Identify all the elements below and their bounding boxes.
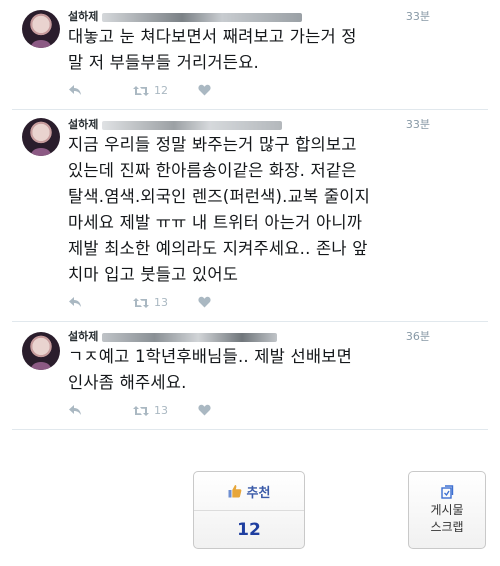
tweet-header: 설하제 33분 <box>68 8 478 24</box>
scrap-label-line1: 게시물 <box>430 502 464 517</box>
timestamp[interactable]: 33분 <box>406 116 430 132</box>
tweet-actions: 13 <box>68 296 328 314</box>
user-name[interactable]: 설하제 <box>68 330 98 343</box>
tweet-actions: 12 <box>68 84 328 102</box>
recommend-label: 추천 <box>246 485 271 501</box>
reply-icon <box>69 405 81 415</box>
timestamp[interactable]: 33분 <box>406 8 430 24</box>
heart-icon <box>198 404 211 416</box>
user-name[interactable]: 설하제 <box>68 10 98 23</box>
redacted-handle <box>102 12 303 22</box>
avatar[interactable] <box>22 332 60 370</box>
reply-button[interactable] <box>68 296 82 308</box>
redacted-handle <box>102 332 278 342</box>
tweet-actions: 13 <box>68 404 328 422</box>
thumbs-up-icon <box>228 485 241 498</box>
avatar[interactable] <box>22 118 60 156</box>
retweet-count: 13 <box>154 296 168 309</box>
retweet-count: 12 <box>154 84 168 97</box>
retweet-button[interactable]: 13 <box>132 296 168 309</box>
recommend-button[interactable]: 추천 12 <box>193 471 305 549</box>
tweet[interactable]: 설하제 33분 대놓고 눈 쳐다보면서 째려보고 가는거 정 말 저 부들부들 … <box>12 0 488 110</box>
like-button[interactable] <box>198 296 211 308</box>
tweet[interactable]: 설하제 36분 ㄱㅈ예고 1학년후배님들.. 제발 선배보면 인사좀 해주세요.… <box>12 322 488 430</box>
scrap-icon <box>441 484 454 499</box>
tweet-header: 설하제 33분 <box>68 116 478 132</box>
recommend-count: 12 <box>237 519 261 540</box>
user-name[interactable]: 설하제 <box>68 118 98 131</box>
heart-icon <box>198 84 211 96</box>
tweet-text: ㄱㅈ예고 1학년후배님들.. 제발 선배보면 인사좀 해주세요. <box>68 347 353 392</box>
timestamp[interactable]: 36분 <box>406 328 430 344</box>
reply-button[interactable] <box>68 404 82 416</box>
scrap-button[interactable]: 게시물 스크랩 <box>408 471 486 549</box>
retweet-button[interactable]: 13 <box>132 404 168 417</box>
avatar[interactable] <box>22 10 60 48</box>
retweet-button[interactable]: 12 <box>132 84 168 97</box>
recommend-label-row: 추천 <box>194 472 304 511</box>
scrap-label-line2: 스크랩 <box>430 519 464 534</box>
like-button[interactable] <box>198 84 211 96</box>
retweet-icon <box>133 405 149 416</box>
like-button[interactable] <box>198 404 211 416</box>
retweet-icon <box>133 85 149 96</box>
tweet-text: 대놓고 눈 쳐다보면서 째려보고 가는거 정 말 저 부들부들 거리거든요. <box>68 27 357 72</box>
tweet-text: 지금 우리들 정말 봐주는거 많구 합의보고 있는데 진짜 한아름송이같은 화장… <box>68 135 370 284</box>
reply-icon <box>69 85 81 95</box>
heart-icon <box>198 296 211 308</box>
reply-button[interactable] <box>68 84 82 96</box>
retweet-count: 13 <box>154 404 168 417</box>
redacted-handle <box>102 120 283 130</box>
reply-icon <box>69 297 81 307</box>
tweet[interactable]: 설하제 33분 지금 우리들 정말 봐주는거 많구 합의보고 있는데 진짜 한아… <box>12 110 488 322</box>
tweet-header: 설하제 36분 <box>68 328 478 344</box>
retweet-icon <box>133 297 149 308</box>
